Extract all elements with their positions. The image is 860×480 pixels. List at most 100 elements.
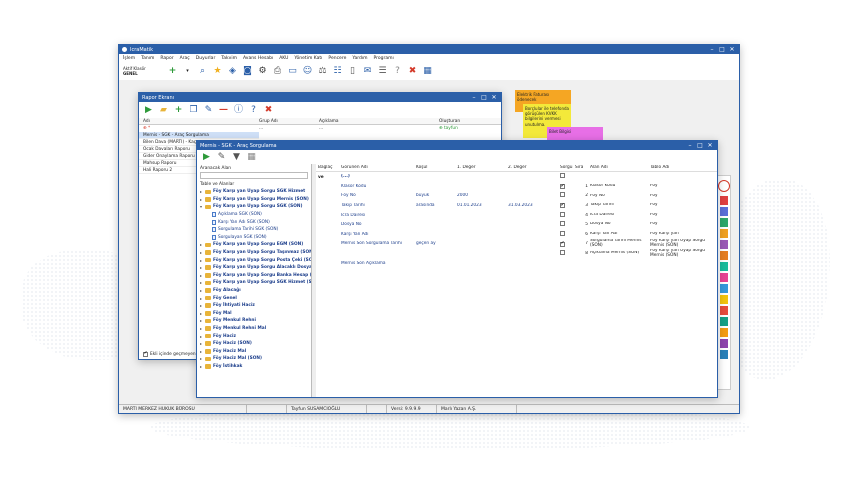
table-name-cell[interactable]: Föy Karşı yan (650, 232, 710, 237)
col-value2[interactable]: 2. Değer (508, 165, 560, 170)
tree-item[interactable]: ▸ Föy Karşı yan Uyap Sorgu SGK Hizmet (SO… (200, 279, 311, 287)
query-minimize-icon[interactable]: – (685, 141, 695, 150)
query-checkbox[interactable] (560, 173, 565, 179)
order-cell[interactable]: 5 (575, 222, 590, 227)
col-display-name[interactable]: Görünen Adı (341, 165, 416, 170)
query-close-icon[interactable]: ✕ (705, 141, 715, 150)
query-checkbox[interactable] (560, 211, 565, 217)
order-cell[interactable]: 6 (575, 232, 590, 237)
tree-item[interactable]: ▸ Föy Karşı yan Uyap Sorgu Mernis (SON) (200, 196, 311, 204)
grid-row[interactable]: 8 Açıklama Mernis (SON) Föy Karşı yan Uyap… (316, 249, 717, 259)
tag-icon[interactable]: ◈ (227, 66, 238, 77)
order-cell[interactable]: 4 (575, 213, 590, 218)
monitor-icon[interactable]: ▭ (287, 66, 298, 77)
palette-swatch[interactable] (720, 284, 728, 293)
menu-item[interactable]: Programı (374, 56, 394, 61)
table-name-cell[interactable]: Föy (650, 203, 710, 208)
minimize-icon[interactable]: – (707, 45, 717, 54)
menu-item[interactable]: İşlem (123, 56, 135, 61)
value2-cell[interactable]: 31.03.2023 (508, 203, 560, 208)
tree-item[interactable]: Karşı Yan Adı SGK (SON) (200, 218, 311, 226)
menu-item[interactable]: Takvim (221, 56, 237, 61)
menu-item[interactable]: Yardım (352, 56, 367, 61)
tree-item[interactable]: ▸ Föy Karşı yan Uyap Sorgu SGK Hizmet (200, 188, 311, 196)
tree-item[interactable]: Açıklama SGK (SON) (200, 211, 311, 219)
condition-cell[interactable]: arasında (416, 203, 457, 208)
col-query[interactable]: Sorgu (560, 165, 575, 170)
display-name-cell[interactable]: İcra Dairesi (341, 213, 416, 218)
menu-item[interactable]: Duyurlar (196, 56, 216, 61)
grid-row[interactable]: Föy No büyük 2000 2 Föy No Föy (316, 191, 717, 201)
display-name-cell[interactable]: (...) (341, 174, 416, 179)
remove-icon[interactable]: — (218, 105, 229, 116)
field-name-cell[interactable]: Açıklama Mernis (SON) (590, 251, 650, 256)
display-name-cell[interactable]: Föy No (341, 193, 416, 198)
copy-icon[interactable]: ❐ (188, 105, 199, 116)
search-input[interactable] (200, 172, 308, 179)
palette-swatch[interactable] (720, 295, 728, 304)
report-maximize-icon[interactable]: □ (479, 93, 489, 102)
report-filter-desc[interactable]: ... (319, 126, 439, 131)
report-close-icon[interactable]: ✕ (489, 93, 499, 102)
report-filter-group[interactable]: ... (259, 126, 319, 131)
grid-link-cell[interactable]: ve (318, 175, 324, 180)
query-checkbox[interactable]: ✔ (560, 184, 565, 190)
filter-icon[interactable]: ▼ (231, 152, 242, 163)
palette-swatch[interactable] (720, 317, 728, 326)
order-cell[interactable]: 1 (575, 184, 590, 189)
col-field-name[interactable]: Alan Adı (590, 165, 650, 170)
maximize-icon[interactable]: □ (717, 45, 727, 54)
query-checkbox[interactable] (560, 192, 565, 198)
tree-item[interactable]: ▸ Föy İstihkak (200, 363, 311, 371)
table-name-cell[interactable]: Föy (650, 213, 710, 218)
tree-item[interactable]: ▸ Föy İhtiyati Haciz (200, 302, 311, 310)
menu-item[interactable]: Avans Hesabı (243, 56, 273, 61)
tree-item[interactable]: ▸ Föy Haciz (200, 332, 311, 340)
query-checkbox[interactable] (560, 250, 565, 256)
query-checkbox[interactable]: ✔ (560, 203, 565, 209)
report-footer-checkbox[interactable]: ✔ (143, 352, 148, 357)
close-window-icon[interactable]: ✖ (407, 66, 418, 77)
run-query-icon[interactable]: ▶ (201, 152, 212, 163)
menu-item[interactable]: Rapor (160, 56, 173, 61)
menu-item[interactable]: Tanım (141, 56, 154, 61)
grid-row[interactable]: Dosya No 5 Dosya No Föy (316, 220, 717, 230)
notes-icon[interactable]: ☰ (377, 66, 388, 77)
menu-item[interactable]: Araç (180, 56, 190, 61)
tree-item[interactable]: ▸ Föy Haciz Mal (SON) (200, 355, 311, 363)
query-checkbox[interactable] (560, 230, 565, 236)
value1-cell[interactable]: 2000 (457, 193, 508, 198)
users-icon[interactable]: ◙ (242, 66, 253, 77)
palette-swatch[interactable] (720, 262, 728, 271)
tree-item[interactable]: ▸ Föy Karşı yan Uyap Sorgu EGM (SON) (200, 241, 311, 249)
menu-item[interactable]: Yönetim Katı (294, 56, 322, 61)
field-name-cell[interactable]: Sorgulama Tarihi Mernis (SON) (590, 239, 650, 248)
report-minimize-icon[interactable]: – (469, 93, 479, 102)
report-filter-creator[interactable]: ⊕ tayfun (439, 126, 499, 131)
order-cell[interactable]: 7 (575, 241, 590, 246)
order-cell[interactable]: 8 (575, 251, 590, 256)
palette-swatch[interactable] (720, 229, 728, 238)
query-maximize-icon[interactable]: □ (695, 141, 705, 150)
col-order[interactable]: Sıra (575, 165, 590, 170)
tree-item[interactable]: ▸ Föy Haciz Mal (200, 347, 311, 355)
field-name-cell[interactable]: Klasör Kodu (590, 184, 650, 189)
grid-icon[interactable]: ▦ (246, 152, 257, 163)
tree-item[interactable]: ▸ Föy Karşı yan Uyap Sorgu Taşınmaz (SON) (200, 249, 311, 257)
field-name-cell[interactable]: Takip Tarihi (590, 203, 650, 208)
tree-item[interactable]: ▸ Föy Genel (200, 294, 311, 302)
display-name-cell[interactable]: Mernis Son Sorgulama Tarihi (341, 241, 416, 246)
order-cell[interactable]: 2 (575, 193, 590, 198)
palette-swatch[interactable] (720, 306, 728, 315)
tree-item[interactable]: ▸ Föy Alacağı (200, 287, 311, 295)
query-checkbox[interactable] (560, 221, 565, 227)
dropdown-arrow-icon[interactable]: ▾ (182, 66, 193, 77)
grid-row[interactable]: Mernis Son Açıklama (316, 258, 717, 268)
condition-cell[interactable]: büyük (416, 193, 457, 198)
value1-cell[interactable]: 01.01.2023 (457, 203, 508, 208)
print-icon[interactable]: ⎙ (272, 66, 283, 77)
grid-row[interactable]: İcra Dairesi 4 İcra Dairesi Föy (316, 210, 717, 220)
scale-icon[interactable]: ⚖ (317, 66, 328, 77)
table-name-cell[interactable]: Föy (650, 222, 710, 227)
tree-item[interactable]: ▸Föy Karşı yan Uyap Sorgu Banka Hesap (S… (200, 272, 311, 280)
